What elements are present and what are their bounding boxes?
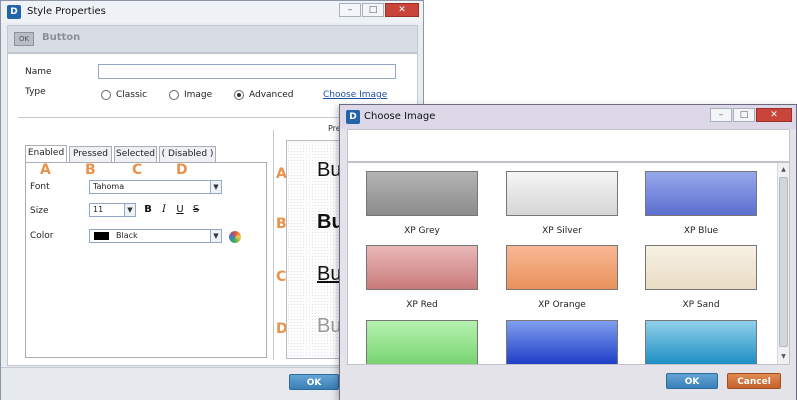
tab-enabled[interactable]: Enabled [25, 145, 67, 162]
splitter [273, 130, 274, 360]
type-label: Type [25, 87, 46, 97]
color-picker-icon[interactable] [229, 231, 241, 243]
image-thumb-label: XP Orange [538, 300, 586, 310]
object-header: OK Button [7, 25, 418, 53]
tab-pressed[interactable]: Pressed [69, 146, 112, 162]
type-radio-image[interactable] [169, 90, 179, 100]
preview-area: Bu Bu Bu Bu [286, 140, 346, 359]
type-option-advanced: Advanced [249, 90, 294, 100]
name-input[interactable] [98, 64, 396, 79]
dialog-title-bar[interactable]: D Choose Image – □ ✕ [340, 105, 796, 129]
chevron-down-icon[interactable]: ▼ [124, 204, 135, 216]
image-thumb-label: XP Blue [683, 226, 719, 236]
object-title: Button [42, 32, 81, 43]
image-thumb[interactable] [366, 320, 478, 364]
maximize-icon[interactable]: □ [733, 108, 755, 122]
close-icon[interactable]: ✕ [385, 3, 419, 17]
type-option-image: Image [184, 90, 213, 100]
dialog-ok-button[interactable]: OK [666, 373, 718, 389]
tab-letter-c: C [132, 162, 143, 178]
image-thumb[interactable] [645, 245, 757, 290]
close-icon[interactable]: ✕ [756, 108, 792, 122]
underline-button[interactable]: U [173, 203, 187, 217]
color-label: Color [30, 231, 54, 241]
ok-chip-icon: OK [14, 32, 34, 46]
size-label: Size [30, 206, 49, 216]
maximize-icon[interactable]: □ [362, 3, 384, 17]
strikethrough-button[interactable]: S [189, 203, 203, 217]
dialog-cancel-button[interactable]: Cancel [727, 373, 781, 389]
chevron-down-icon[interactable]: ▼ [210, 230, 221, 242]
image-thumb[interactable] [366, 245, 478, 290]
bold-button[interactable]: B [141, 203, 155, 217]
image-thumb[interactable] [645, 320, 757, 364]
tab-letter-a: A [40, 162, 51, 178]
preview-enabled-text: Bu [317, 159, 342, 181]
font-label: Font [30, 182, 50, 192]
color-select-value: Black [116, 231, 138, 240]
title-bar[interactable]: D Style Properties – □ ✕ [1, 1, 423, 23]
minimize-icon[interactable]: – [710, 108, 732, 122]
type-option-classic: Classic [116, 90, 148, 100]
scroll-down-icon[interactable]: ▼ [778, 351, 789, 363]
italic-button[interactable]: I [157, 203, 171, 217]
dialog-title: Choose Image [364, 111, 436, 122]
name-label: Name [25, 67, 52, 77]
font-select[interactable]: Tahoma ▼ [89, 180, 222, 194]
choose-image-link[interactable]: Choose Image [323, 90, 387, 100]
scroll-thumb[interactable] [779, 177, 788, 347]
color-swatch [94, 232, 109, 240]
image-thumb-label: XP Red [406, 300, 438, 310]
tab-selected[interactable]: Selected [114, 146, 157, 162]
preview-selected-text: Bu [317, 263, 342, 285]
choose-image-dialog: D Choose Image – □ ✕ ▲ ▼ XP Grey XP Silve… [339, 104, 797, 400]
dialog-toolbar [347, 129, 790, 162]
image-thumb[interactable] [506, 245, 618, 290]
preview-disabled-text: Bu [317, 315, 342, 337]
size-select-value: 11 [93, 205, 104, 214]
color-select[interactable]: Black ▼ [89, 229, 222, 243]
tab-letter-d: D [176, 162, 188, 178]
image-thumb-label: XP Sand [682, 300, 720, 310]
image-thumb-label: XP Silver [542, 226, 582, 236]
minimize-icon[interactable]: – [339, 3, 361, 17]
image-thumb[interactable] [645, 171, 757, 216]
type-radio-advanced[interactable] [234, 90, 244, 100]
image-thumb-label: XP Grey [404, 226, 440, 236]
ok-button[interactable]: OK [289, 374, 339, 390]
image-thumb[interactable] [506, 171, 618, 216]
scroll-up-icon[interactable]: ▲ [778, 164, 789, 176]
app-logo-icon: D [7, 5, 21, 19]
preview-letter-c: C [276, 269, 287, 285]
window-title: Style Properties [27, 6, 106, 17]
app-logo-icon: D [346, 110, 360, 124]
font-select-value: Tahoma [93, 182, 125, 191]
tab-disabled[interactable]: ( Disabled ) [159, 146, 216, 162]
image-thumb[interactable] [366, 171, 478, 216]
scrollbar[interactable]: ▲ ▼ [777, 163, 789, 364]
size-select[interactable]: 11 ▼ [89, 203, 136, 217]
image-gallery: ▲ ▼ XP Grey XP Silver XP Blue XP Red XP Oran… [347, 162, 790, 365]
chevron-down-icon[interactable]: ▼ [210, 181, 221, 193]
dialog-footer: OK Cancel [340, 366, 796, 400]
image-thumb[interactable] [506, 320, 618, 364]
tab-letter-b: B [85, 162, 96, 178]
type-radio-classic[interactable] [101, 90, 111, 100]
